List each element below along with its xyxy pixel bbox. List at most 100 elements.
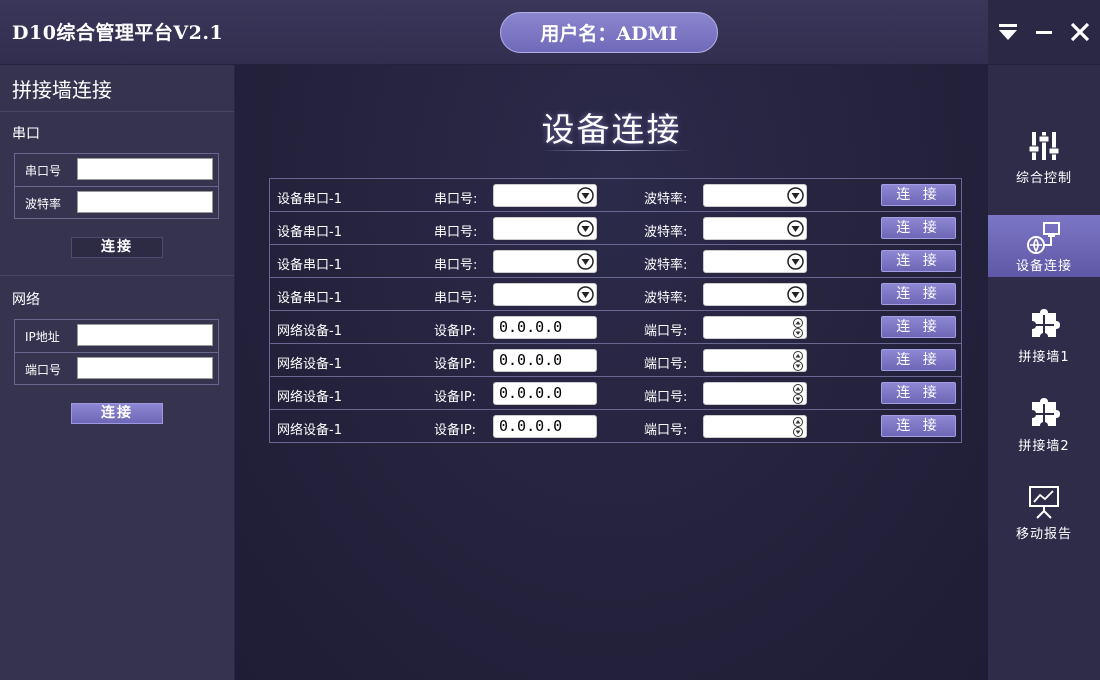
baud-select[interactable] <box>703 250 807 273</box>
minimize-icon[interactable] <box>1032 20 1056 44</box>
user-badge: 用户名：ADMI <box>500 12 718 53</box>
device-ip-input[interactable]: 0.0.0.0 <box>493 316 597 339</box>
connect-button[interactable]: 连 接 <box>881 415 956 437</box>
table-row: 设备串口-1 串口号: 波特率: 连 接 <box>270 179 961 212</box>
serial-port-input[interactable] <box>77 158 213 180</box>
table-row: 设备串口-1 串口号: 波特率: 连 接 <box>270 245 961 278</box>
window-controls <box>988 0 1100 64</box>
chevron-down-icon <box>577 253 594 270</box>
device-ip-label: 设备IP: <box>434 324 477 339</box>
nav-item-mobile-report[interactable]: 移动报告 <box>988 484 1100 546</box>
divider <box>0 275 234 276</box>
baud-select[interactable] <box>703 184 807 207</box>
baud-select[interactable] <box>703 283 807 306</box>
spinner-arrows-icon[interactable] <box>792 318 804 338</box>
nav-label: 拼接墙1 <box>1018 350 1070 365</box>
nav-item-splice-wall-2[interactable]: 拼接墙2 <box>988 396 1100 458</box>
title-underline <box>540 150 693 151</box>
port-select[interactable] <box>493 217 597 240</box>
port-label: 串口号: <box>434 192 478 207</box>
chevron-down-icon <box>787 253 804 270</box>
port-spinbox[interactable] <box>703 415 807 438</box>
dropdown-icon[interactable] <box>996 20 1020 44</box>
port-label: 端口号: <box>644 423 688 438</box>
close-icon[interactable] <box>1068 20 1092 44</box>
port-label: 端口号 <box>25 363 62 377</box>
port-label: 串口号: <box>434 225 478 240</box>
device-ip-label: 设备IP: <box>434 357 477 372</box>
chevron-down-icon <box>577 220 594 237</box>
nav-label: 设备连接 <box>1015 259 1072 274</box>
network-form: IP地址 端口号 <box>14 319 219 385</box>
port-row: 端口号 <box>15 353 218 385</box>
port-spinbox[interactable] <box>703 382 807 405</box>
page-title: 设备连接 <box>541 110 682 149</box>
baud-rate-input[interactable] <box>77 191 213 213</box>
port-label: 端口号: <box>644 390 688 405</box>
port-select[interactable] <box>493 184 597 207</box>
baud-label: 波特率: <box>644 291 688 306</box>
device-name: 设备串口-1 <box>277 192 342 207</box>
device-name: 设备串口-1 <box>277 225 342 240</box>
puzzle-icon <box>1032 309 1060 337</box>
network-connect-button[interactable]: 连接 <box>71 403 163 424</box>
spinner-arrows-icon[interactable] <box>792 351 804 371</box>
port-spinbox[interactable] <box>703 349 807 372</box>
device-ip-input[interactable]: 0.0.0.0 <box>493 415 597 438</box>
port-label: 端口号: <box>644 357 688 372</box>
port-spinbox[interactable] <box>703 316 807 339</box>
nav-item-splice-wall-1[interactable]: 拼接墙1 <box>988 307 1100 369</box>
device-ip-input[interactable]: 0.0.0.0 <box>493 382 597 405</box>
connect-button[interactable]: 连 接 <box>881 382 956 404</box>
connect-button[interactable]: 连 接 <box>881 217 956 239</box>
chevron-down-icon <box>787 187 804 204</box>
connect-button[interactable]: 连 接 <box>881 283 956 305</box>
baud-label: 波特率: <box>644 225 688 240</box>
port-select[interactable] <box>493 250 597 273</box>
table-row: 设备串口-1 串口号: 波特率: 连 接 <box>270 212 961 245</box>
connect-button[interactable]: 连 接 <box>881 316 956 338</box>
serial-port-row: 串口号 <box>15 154 218 187</box>
spinner-arrows-icon[interactable] <box>792 384 804 404</box>
title-bar: D10综合管理平台V2.1 用户名：ADMI <box>0 0 1100 65</box>
serial-section-label: 串口 <box>12 126 40 142</box>
device-table: 设备串口-1 串口号: 波特率: 连 接 设备串口-1 串口号: 波特率: 连 … <box>269 178 962 443</box>
device-name: 网络设备-1 <box>277 357 342 372</box>
nav-label: 移动报告 <box>1015 527 1072 542</box>
baud-label: 波特率: <box>644 258 688 273</box>
nav-item-overall-control[interactable]: 综合控制 <box>988 128 1100 190</box>
chevron-down-icon <box>577 286 594 303</box>
presentation-icon <box>1029 486 1059 519</box>
port-label: 端口号: <box>644 324 688 339</box>
connect-button[interactable]: 连 接 <box>881 250 956 272</box>
puzzle-icon <box>1032 398 1060 426</box>
nav-label: 拼接墙2 <box>1018 439 1070 454</box>
device-name: 网络设备-1 <box>277 390 342 405</box>
main-content: 设备连接 设备串口-1 串口号: 波特率: 连 接 设备串口-1 串口号: 波特… <box>235 65 988 680</box>
device-name: 设备串口-1 <box>277 291 342 306</box>
baud-rate-row: 波特率 <box>15 187 218 219</box>
device-ip-label: 设备IP: <box>434 390 477 405</box>
wall-connect-panel: 拼接墙连接 串口 串口号 波特率 连接 网络 IP地址 端口号 连接 <box>0 65 235 680</box>
connect-button[interactable]: 连 接 <box>881 349 956 371</box>
device-link-icon <box>1027 222 1060 254</box>
ip-address-input[interactable] <box>77 324 213 346</box>
table-row: 网络设备-1 设备IP: 0.0.0.0 端口号: 连 接 <box>270 410 961 443</box>
app-title: D10综合管理平台V2.1 <box>12 22 224 44</box>
nav-item-device-connect[interactable]: 设备连接 <box>988 215 1100 277</box>
port-input[interactable] <box>77 357 213 379</box>
table-row: 设备串口-1 串口号: 波特率: 连 接 <box>270 278 961 311</box>
baud-select[interactable] <box>703 217 807 240</box>
port-label: 串口号: <box>434 258 478 273</box>
ip-address-label: IP地址 <box>25 330 60 344</box>
network-section-label: 网络 <box>12 292 40 308</box>
panel-heading: 拼接墙连接 <box>0 65 234 112</box>
chevron-down-icon <box>787 220 804 237</box>
spinner-arrows-icon[interactable] <box>792 417 804 437</box>
serial-connect-button[interactable]: 连接 <box>71 237 163 258</box>
connect-button[interactable]: 连 接 <box>881 184 956 206</box>
device-ip-input[interactable]: 0.0.0.0 <box>493 349 597 372</box>
baud-rate-label: 波特率 <box>25 197 62 211</box>
port-select[interactable] <box>493 283 597 306</box>
nav-label: 综合控制 <box>1015 171 1072 186</box>
